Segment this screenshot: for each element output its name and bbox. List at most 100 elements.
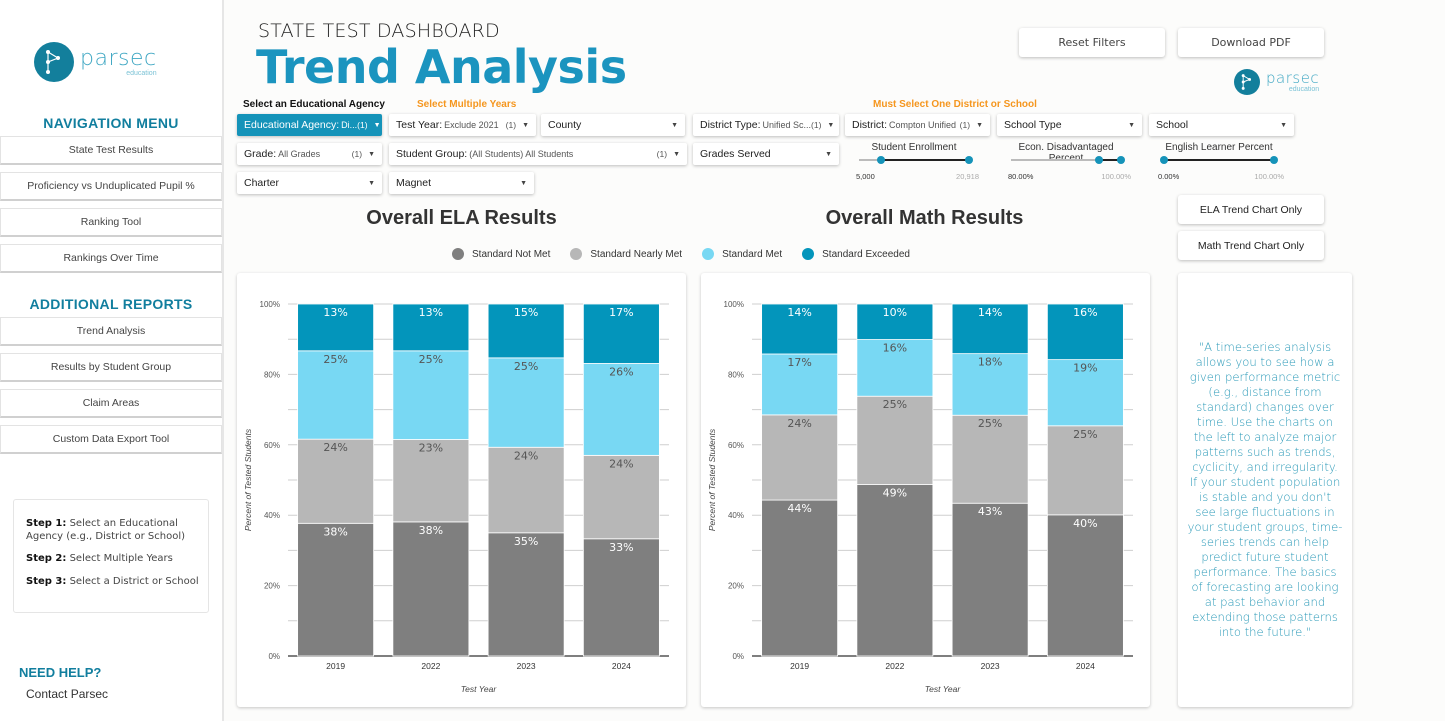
- slider-max-handle[interactable]: [1117, 156, 1125, 164]
- x-tick-label: 2019: [790, 661, 809, 671]
- y-tick-label: 100%: [724, 300, 744, 309]
- y-tick-label: 20%: [728, 582, 744, 591]
- bar-segment: [487, 532, 565, 657]
- step-2: Step 2: Select Multiple Years: [26, 553, 173, 564]
- sidebar: parsec education NAVIGATION MENU State T…: [0, 0, 224, 721]
- math-chart-title: Overall Math Results: [825, 207, 1024, 229]
- slider-min-handle[interactable]: [1160, 156, 1168, 164]
- student-group-dropdown[interactable]: Student Group: (All Students) All Studen…: [389, 143, 687, 165]
- chevron-down-icon: ▼: [825, 150, 832, 158]
- data-label: 14%: [787, 306, 811, 319]
- slider-max-handle[interactable]: [1270, 156, 1278, 164]
- school-dropdown[interactable]: School ▼: [1149, 114, 1294, 136]
- student-enrollment-slider[interactable]: Student Enrollment 5,000 20,918: [849, 142, 979, 182]
- nav-custom-data-export[interactable]: Custom Data Export Tool: [0, 425, 222, 454]
- data-label: 14%: [978, 306, 1002, 319]
- logo-name: parsec: [1266, 69, 1320, 87]
- logo-tagline: education: [1288, 86, 1320, 93]
- y-tick-label: 100%: [260, 300, 280, 309]
- y-tick-label: 0%: [732, 652, 744, 661]
- navigation-menu-heading: NAVIGATION MENU: [43, 115, 179, 131]
- legend-dot: [802, 248, 815, 260]
- nav-ranking-tool[interactable]: Ranking Tool: [0, 208, 222, 237]
- data-label: 24%: [787, 417, 811, 430]
- legend-item-exceeded[interactable]: Standard Exceeded: [802, 248, 910, 260]
- reset-filters-button[interactable]: Reset Filters: [1019, 28, 1165, 57]
- magnet-dropdown[interactable]: Magnet ▼: [389, 172, 534, 194]
- data-label: 19%: [1073, 362, 1097, 375]
- data-label: 49%: [883, 487, 907, 500]
- data-label: 25%: [978, 417, 1002, 430]
- data-label: 24%: [323, 441, 347, 454]
- data-label: 25%: [323, 353, 347, 366]
- logo-name: parsec: [80, 45, 157, 71]
- grade-dropdown[interactable]: Grade: All Grades (1) ▼: [237, 143, 382, 165]
- chevron-down-icon: ▼: [368, 150, 375, 158]
- nav-claim-areas[interactable]: Claim Areas: [0, 389, 222, 418]
- x-tick-label: 2024: [612, 661, 631, 671]
- nav-rankings-over-time[interactable]: Rankings Over Time: [0, 244, 222, 273]
- step-1: Step 1: Select an Educational Agency (e.…: [26, 518, 185, 542]
- bar-segment: [392, 521, 470, 657]
- y-tick-label: 20%: [264, 582, 280, 591]
- parsec-constellation-icon: [34, 42, 74, 82]
- legend-item-met[interactable]: Standard Met: [702, 248, 782, 260]
- legend-dot: [570, 248, 583, 260]
- bar-segment: [951, 502, 1029, 657]
- bar-segment: [582, 538, 660, 657]
- y-tick-label: 40%: [728, 511, 744, 520]
- data-label: 40%: [1073, 517, 1097, 530]
- test-year-dropdown[interactable]: Test Year: Exclude 2021 (1) ▼: [389, 114, 536, 136]
- chevron-down-icon: ▼: [520, 179, 527, 187]
- county-dropdown[interactable]: County ▼: [541, 114, 685, 136]
- charter-dropdown[interactable]: Charter ▼: [237, 172, 382, 194]
- data-label: 10%: [883, 306, 907, 319]
- data-label: 25%: [514, 360, 538, 373]
- contact-parsec-link[interactable]: Contact Parsec: [26, 687, 108, 701]
- chevron-down-icon: ▼: [522, 121, 529, 129]
- chevron-down-icon: ▼: [1280, 121, 1287, 129]
- bar-segment: [761, 499, 839, 657]
- nav-proficiency-vs-unduplicated[interactable]: Proficiency vs Unduplicated Pupil %: [0, 172, 222, 201]
- time-series-explanation-card: "A time-series analysis allows you to se…: [1178, 273, 1352, 707]
- nav-results-by-student-group[interactable]: Results by Student Group: [0, 353, 222, 382]
- district-dropdown[interactable]: District: Compton Unified (1) ▼: [845, 114, 990, 136]
- download-pdf-button[interactable]: Download PDF: [1178, 28, 1324, 57]
- slider-max-handle[interactable]: [965, 156, 973, 164]
- educational-agency-dropdown[interactable]: Educational Agency: Di... (1) ▼: [237, 114, 382, 136]
- ela-trend-chart-only-button[interactable]: ELA Trend Chart Only: [1178, 195, 1324, 224]
- nav-trend-analysis[interactable]: Trend Analysis: [0, 317, 222, 346]
- district-type-dropdown[interactable]: District Type: Unified Sc... (1) ▼: [693, 114, 839, 136]
- x-axis-label: Test Year: [461, 684, 498, 694]
- nav-state-test-results[interactable]: State Test Results: [0, 136, 222, 165]
- chevron-down-icon: ▼: [976, 121, 983, 129]
- data-label: 24%: [514, 449, 538, 462]
- data-label: 35%: [514, 535, 538, 548]
- english-learner-slider[interactable]: English Learner Percent 0.00% 100.00%: [1154, 142, 1284, 182]
- chevron-down-icon: ▼: [673, 150, 680, 158]
- x-tick-label: 2023: [517, 661, 536, 671]
- parsec-header-logo: parsec education: [1234, 69, 1319, 95]
- data-label: 16%: [1073, 306, 1097, 319]
- dashboard-subtitle: STATE TEST DASHBOARD: [258, 20, 500, 42]
- ela-chart-card: 0% 20% 40% 60% 80% 100% Percent of Tested Stud…: [237, 273, 686, 707]
- chevron-down-icon: ▼: [671, 121, 678, 129]
- parsec-logo[interactable]: parsec education: [34, 42, 157, 82]
- legend-item-not-met[interactable]: Standard Not Met: [452, 248, 550, 260]
- data-label: 13%: [323, 306, 347, 319]
- slider-min-handle[interactable]: [877, 156, 885, 164]
- math-stacked-bar-chart: 0% 20% 40% 60% 80% 100% Percent of Tested Stud…: [707, 300, 1133, 694]
- econ-disadvantaged-slider[interactable]: Econ. Disadvantaged Percent 80.00% 100.0…: [1001, 142, 1131, 182]
- school-type-dropdown[interactable]: School Type ▼: [997, 114, 1142, 136]
- math-trend-chart-only-button[interactable]: Math Trend Chart Only: [1178, 231, 1324, 260]
- steps-box: Step 1: Select an Educational Agency (e.…: [13, 499, 209, 613]
- x-tick-label: 2019: [326, 661, 345, 671]
- legend-item-nearly-met[interactable]: Standard Nearly Met: [570, 248, 682, 260]
- grades-served-dropdown[interactable]: Grades Served ▼: [693, 143, 839, 165]
- data-label: 23%: [419, 442, 443, 455]
- need-help-heading: NEED HELP?: [19, 665, 102, 680]
- y-tick-label: 60%: [728, 441, 744, 450]
- slider-min-handle[interactable]: [1095, 156, 1103, 164]
- chevron-down-icon: ▼: [373, 121, 381, 129]
- time-series-quote: "A time-series analysis allows you to se…: [1187, 340, 1343, 639]
